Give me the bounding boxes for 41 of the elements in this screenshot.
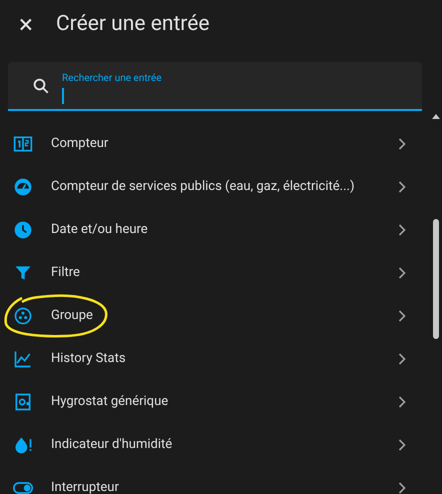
item-label: Hygrostat générique — [51, 392, 170, 411]
list-item[interactable]: Indicateur d'humidité — [0, 423, 430, 466]
droplet-icon — [13, 434, 33, 454]
search-field[interactable]: Rechercher une entrée — [8, 62, 422, 111]
list-item[interactable]: Interrupteur — [0, 466, 430, 494]
line-chart-icon — [13, 348, 33, 368]
dialog-title: Créer une entrée — [56, 11, 210, 38]
search-icon — [32, 76, 50, 94]
list-item[interactable]: Hygrostat générique — [0, 380, 430, 423]
list-item[interactable]: Date et/ou heure — [0, 208, 430, 251]
chevron-right-icon — [398, 396, 406, 408]
list-item[interactable]: Compteur — [0, 122, 430, 165]
counter-icon — [13, 134, 33, 154]
item-label: Compteur de services publics (eau, gaz, électricité...) — [51, 178, 356, 196]
search-label: Rechercher une entrée — [62, 73, 162, 85]
chevron-right-icon — [398, 224, 406, 236]
thermostat-icon — [13, 392, 33, 412]
item-label: Interrupteur — [51, 478, 120, 494]
chevron-right-icon — [398, 138, 406, 150]
item-label: Date et/ou heure — [51, 220, 149, 239]
chevron-right-icon — [398, 266, 406, 278]
item-label: History Stats — [51, 350, 127, 368]
chevron-right-icon — [398, 180, 406, 192]
item-label: Filtre — [51, 264, 81, 282]
item-label: Indicateur d'humidité — [51, 436, 174, 454]
list-item[interactable]: Groupe — [0, 294, 430, 337]
list-item[interactable]: Filtre — [0, 251, 430, 294]
chevron-right-icon — [398, 482, 406, 494]
item-label: Groupe — [51, 306, 94, 325]
chevron-right-icon — [398, 438, 406, 450]
chevron-right-icon — [398, 310, 406, 322]
group-icon — [13, 306, 33, 326]
clock-icon — [13, 220, 33, 240]
scroll-up-icon[interactable] — [432, 114, 440, 119]
gauge-icon — [13, 176, 33, 196]
scrollbar-thumb[interactable] — [433, 219, 439, 339]
item-label: Compteur — [51, 134, 110, 153]
list-item[interactable]: History Stats — [0, 337, 430, 380]
list-item[interactable]: Compteur de services publics (eau, gaz, électricité...) — [0, 165, 430, 208]
chevron-right-icon — [398, 352, 406, 364]
close-button[interactable]: × — [18, 12, 34, 38]
